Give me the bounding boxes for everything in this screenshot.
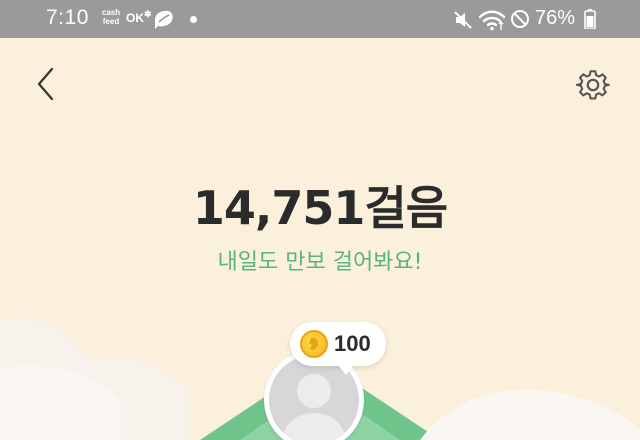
status-time: 7:10 [46,6,89,29]
do-not-disturb-icon [511,10,529,28]
cashfeed-line1: cash [101,8,121,17]
ok-cashbag-icon: OK✱ [126,9,152,25]
battery-percent: 76% [535,7,576,29]
mute-icon [454,11,472,29]
cashfeed-line2: feed [102,17,120,26]
steps-count: 14,751걸음 [192,181,448,235]
notification-dot [190,16,197,23]
chevron-left-icon [37,67,54,101]
encourage-message: 내일도 만보 걸어봐요! [217,250,423,275]
coin-icon [300,330,328,358]
cashfeed-icon: cash feed [98,8,124,30]
battery-icon [584,9,596,29]
leaf-icon [155,10,173,29]
settings-button[interactable] [572,64,614,106]
coin-amount: 100 [334,331,371,356]
ok-label: OK [126,11,144,25]
coin-reward-bubble[interactable]: 100 [290,322,386,375]
wifi-icon [478,10,506,31]
coin-emblem-icon [309,337,319,350]
gear-icon [576,70,610,100]
back-button[interactable] [30,64,62,104]
status-bar: 7:10 cash feed OK✱ 76% [0,0,640,38]
